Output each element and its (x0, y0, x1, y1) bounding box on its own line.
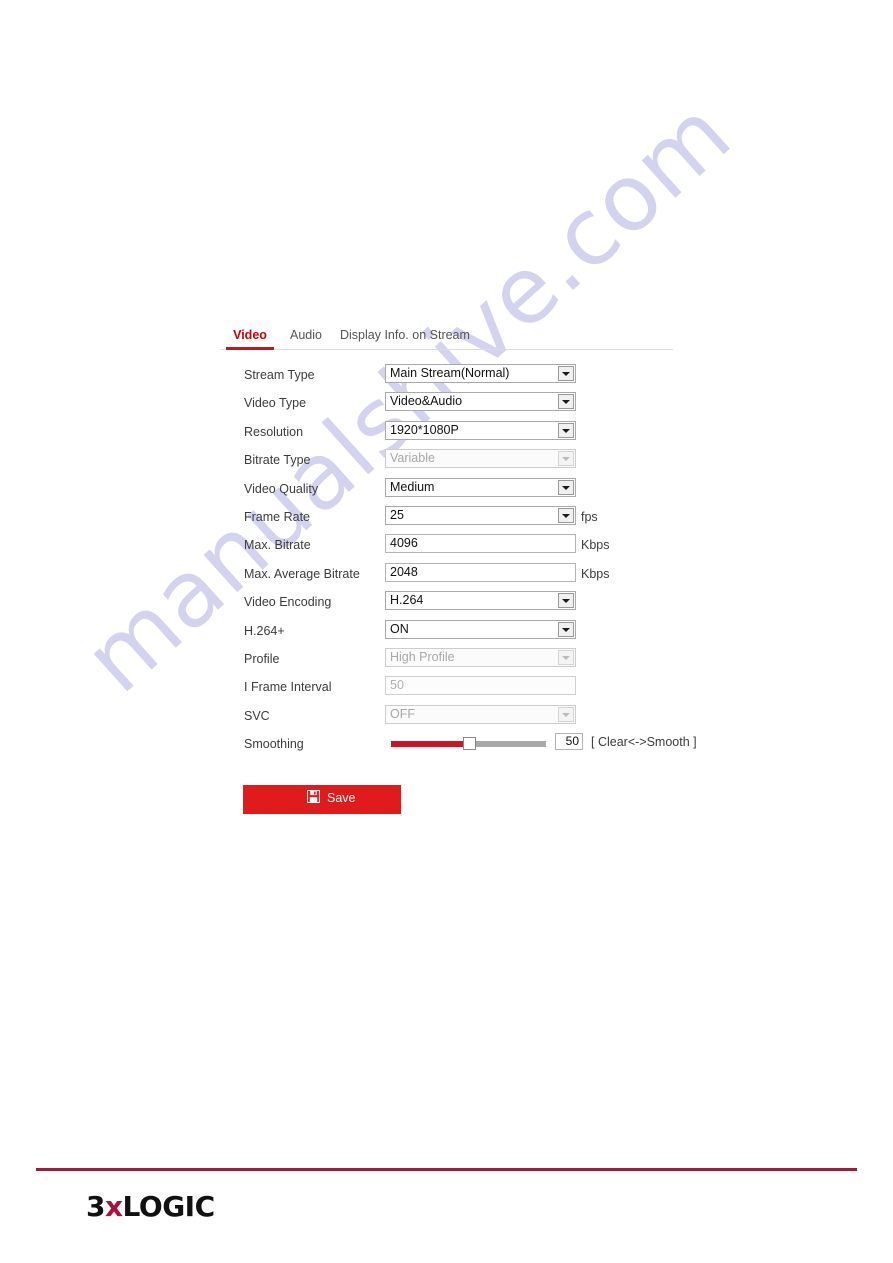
select-bitrate-type: Variable (385, 449, 576, 469)
form-row-smoothing: Smoothing 50 [ Clear<->Smooth ] (221, 733, 697, 761)
field-label: Video Encoding (244, 595, 332, 610)
input-value: 4096 (390, 536, 418, 551)
input-value: 2048 (390, 564, 418, 579)
select-value: ON (390, 621, 409, 636)
select-stream-type[interactable]: Main Stream(Normal) (385, 364, 576, 383)
select-value: Main Stream(Normal) (390, 366, 510, 380)
form-row: Resolution 1920*1080P (221, 420, 691, 449)
field-unit: Kbps (581, 566, 610, 581)
field-label: Profile (244, 651, 280, 666)
footer-divider (36, 1168, 857, 1171)
form-row: SVC OFF (221, 704, 691, 733)
field-label: I Frame Interval (244, 680, 332, 695)
form-row: Bitrate Type Variable (221, 449, 691, 477)
chevron-down-glyph (562, 457, 570, 462)
logo-text-logic: LOGIC (122, 1190, 216, 1223)
field-label: Max. Bitrate (244, 538, 311, 553)
field-unit: Kbps (581, 538, 610, 553)
chevron-down-glyph (562, 485, 570, 490)
field-label: Frame Rate (244, 509, 310, 524)
chevron-down-glyph (562, 599, 570, 604)
select-value: Variable (390, 451, 435, 466)
form-row: I Frame Interval 50 (221, 676, 691, 704)
chevron-down-icon[interactable] (558, 621, 574, 637)
select-value: Video&Audio (390, 394, 463, 409)
select-value: Medium (390, 479, 435, 494)
select-value: 25 (390, 507, 404, 522)
form-row: Video Encoding H.264 (221, 591, 691, 619)
chevron-down-icon (558, 649, 574, 665)
tab-display-info-on-stream[interactable]: Display Info. on Stream (340, 324, 470, 346)
chevron-down-glyph (562, 372, 570, 376)
form-row: Profile High Profile (221, 647, 691, 676)
chevron-down-glyph (562, 627, 570, 632)
chevron-down-icon[interactable] (558, 593, 574, 609)
smoothing-hint-label: [ Clear<->Smooth ] (591, 735, 697, 750)
tab-bar: Video Audio Display Info. on Stream (221, 324, 673, 350)
field-label: H.264+ (244, 623, 285, 638)
field-label: Smoothing (244, 737, 304, 752)
tab-video[interactable]: Video (226, 324, 274, 350)
tab-audio[interactable]: Audio (290, 324, 322, 346)
select-video-encoding[interactable]: H.264 (385, 591, 576, 611)
select-value: OFF (390, 706, 415, 721)
smoothing-value-input[interactable]: 50 (555, 733, 583, 751)
select-profile: High Profile (385, 647, 576, 667)
chevron-down-icon[interactable] (558, 366, 574, 381)
select-value: High Profile (390, 649, 455, 664)
chevron-down-icon[interactable] (558, 422, 574, 438)
field-label: Resolution (244, 424, 304, 439)
field-label: Bitrate Type (244, 453, 311, 468)
slider-fill (391, 741, 469, 748)
form-row: H.264+ ON (221, 619, 691, 648)
chevron-down-icon[interactable] (558, 394, 574, 410)
field-label: Video Quality (244, 481, 319, 496)
chevron-down-glyph (562, 712, 570, 717)
input-value: 50 (390, 678, 404, 693)
select-frame-rate[interactable]: 25 (385, 505, 576, 525)
input-i-frame-interval: 50 (385, 676, 576, 696)
chevron-down-icon (558, 451, 574, 467)
slider-thumb[interactable] (462, 737, 476, 751)
field-label: Max. Average Bitrate (244, 566, 360, 581)
form-row: Stream Type Main Stream(Normal) (221, 364, 691, 392)
select-video-type[interactable]: Video&Audio (385, 392, 576, 412)
form-row: Video Type Video&Audio (221, 392, 691, 420)
chevron-down-glyph (562, 400, 570, 405)
field-unit: fps (581, 509, 598, 524)
chevron-down-glyph (562, 655, 570, 660)
footer-logo-3xlogic: 3xLOGIC (86, 1190, 215, 1224)
smoothing-slider[interactable] (391, 737, 546, 751)
form-row: Video Quality Medium (221, 477, 691, 506)
chevron-down-glyph (562, 513, 570, 518)
select-svc: OFF (385, 704, 576, 724)
logo-text-x: x (104, 1190, 123, 1223)
select-value: H.264 (390, 593, 424, 608)
field-label: Video Type (244, 396, 307, 411)
field-label: SVC (244, 708, 270, 723)
save-button-label: Save (327, 791, 356, 805)
input-max-bitrate[interactable]: 4096 (385, 534, 576, 554)
form-row: Frame Rate 25 fps (221, 505, 691, 534)
chevron-down-icon[interactable] (558, 479, 574, 495)
input-max-average-bitrate[interactable]: 2048 (385, 562, 576, 582)
form-row: Max. Average Bitrate 2048 Kbps (221, 562, 691, 591)
select-h-264[interactable]: ON (385, 619, 576, 639)
field-label: Stream Type (244, 368, 315, 382)
save-floppy-icon (306, 789, 321, 806)
smoothing-value: 50 (565, 734, 579, 749)
page-root: Video Audio Display Info. on Stream Stre… (0, 0, 893, 1263)
form-row: Max. Bitrate 4096 Kbps (221, 534, 691, 562)
video-settings-form: Stream Type Main Stream(Normal) Video Type… (221, 364, 697, 761)
chevron-down-glyph (562, 428, 570, 433)
select-value: 1920*1080P (390, 422, 459, 437)
select-video-quality[interactable]: Medium (385, 477, 576, 497)
select-resolution[interactable]: 1920*1080P (385, 420, 576, 440)
logo-text-3: 3 (86, 1190, 105, 1223)
chevron-down-icon[interactable] (558, 507, 574, 523)
chevron-down-icon (558, 706, 574, 722)
save-button[interactable]: Save (243, 785, 401, 814)
